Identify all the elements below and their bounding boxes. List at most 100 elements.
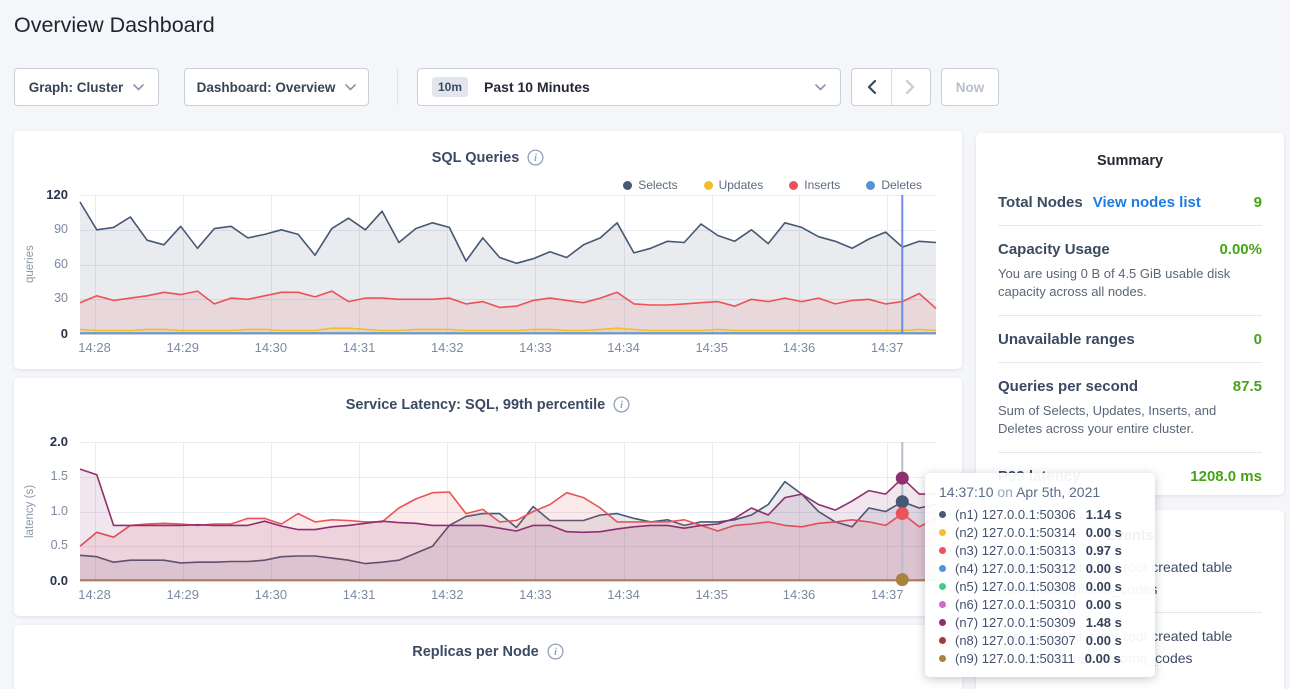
tooltip-row: (n3) 127.0.0.1:503130.97 s: [939, 541, 1141, 559]
tooltip-node-value: 0.00 s: [1086, 525, 1122, 540]
legend-dot-icon: [704, 181, 713, 190]
x-tick-label: 14:33: [519, 340, 552, 355]
info-icon[interactable]: i: [613, 396, 630, 413]
time-forward-button[interactable]: [891, 69, 931, 105]
summary-title: Summary: [998, 153, 1262, 169]
y-tick-label: 0: [61, 326, 68, 341]
node-color-dot-icon: [939, 583, 946, 590]
capacity-usage-value: 0.00%: [1219, 241, 1262, 258]
tooltip-row: (n2) 127.0.0.1:50314 0.00 s: [939, 523, 1141, 541]
graph-dropdown-label: Graph: Cluster: [29, 80, 124, 95]
x-tick-label: 14:28: [78, 587, 111, 602]
tooltip-node-value: 0.00 s: [1086, 633, 1122, 648]
x-tick-label: 14:28: [78, 340, 111, 355]
node-color-dot-icon: [939, 655, 946, 662]
capacity-usage-description: You are using 0 B of 4.5 GiB usable disk…: [998, 265, 1262, 301]
sql-queries-chart-card: SQL Queriesi SelectsUpdatesInsertsDelete…: [14, 131, 962, 369]
tooltip-node-value: 0.00 s: [1086, 561, 1122, 576]
info-icon[interactable]: i: [527, 149, 544, 166]
sql-queries-plot[interactable]: queries 030609012014:2814:2914:3014:3114…: [80, 195, 936, 334]
summary-row-total-nodes: Total Nodes View nodes list 9: [998, 179, 1262, 226]
tooltip-row: (n7) 127.0.0.1:503091.48 s: [939, 613, 1141, 631]
time-back-button[interactable]: [852, 69, 891, 105]
tooltip-node-address: (n2) 127.0.0.1:50314: [955, 525, 1076, 540]
replicas-per-node-chart-card: Replicas per Nodei: [14, 625, 962, 689]
chevron-left-icon: [867, 80, 876, 94]
y-tick-label: 120: [46, 187, 68, 202]
node-color-dot-icon: [939, 565, 946, 572]
y-tick-label: 0.0: [50, 573, 68, 588]
y-tick-label: 1.0: [51, 504, 68, 518]
y-tick-label: 30: [54, 291, 68, 305]
chart-canvas: [80, 442, 936, 581]
summary-row-capacity: Capacity Usage 0.00% You are using 0 B o…: [998, 226, 1262, 316]
overview-dashboard-page: Overview Dashboard Graph: Cluster Dashbo…: [0, 0, 1290, 689]
legend-dot-icon: [866, 181, 875, 190]
x-tick-label: 14:29: [166, 587, 199, 602]
y-axis-label: latency (s): [22, 442, 38, 581]
tooltip-node-address: (n7) 127.0.0.1:50309: [955, 615, 1076, 630]
tooltip-row: (n1) 127.0.0.1:50306 1.14 s: [939, 505, 1141, 523]
tooltip-node-address: (n9) 127.0.0.1:50311: [955, 651, 1075, 666]
summary-row-qps: Queries per second 87.5 Sum of Selects, …: [998, 363, 1262, 453]
x-tick-label: 14:29: [166, 340, 199, 355]
legend-label: Deletes: [881, 178, 922, 192]
tooltip-node-value: 0.00 s: [1085, 651, 1121, 666]
tooltip-node-value: 0.00 s: [1086, 597, 1122, 612]
x-tick-label: 14:34: [607, 587, 640, 602]
tooltip-node-address: (n5) 127.0.0.1:50308: [955, 579, 1076, 594]
legend-item-selects[interactable]: Selects: [623, 178, 677, 192]
legend-item-deletes[interactable]: Deletes: [866, 178, 922, 192]
service-latency-plot[interactable]: latency (s) 0.00.51.01.52.014:2814:2914:…: [80, 442, 936, 581]
time-pager: [851, 68, 931, 106]
x-tick-label: 14:31: [343, 340, 376, 355]
y-tick-label: 60: [54, 257, 68, 271]
legend-item-updates[interactable]: Updates: [704, 178, 764, 192]
tooltip-row: (n8) 127.0.0.1:50307 0.00 s: [939, 631, 1141, 649]
p99-latency-value: 1208.0 ms: [1190, 468, 1262, 485]
tooltip-node-value: 0.00 s: [1086, 579, 1122, 594]
node-color-dot-icon: [939, 619, 946, 626]
tooltip-row: (n5) 127.0.0.1:50308 0.00 s: [939, 577, 1141, 595]
chevron-down-icon: [133, 84, 144, 91]
legend-dot-icon: [623, 181, 632, 190]
tooltip-row: (n4) 127.0.0.1:503120.00 s: [939, 559, 1141, 577]
chevron-down-icon: [815, 84, 826, 91]
total-nodes-label: Total Nodes: [998, 194, 1083, 211]
x-tick-label: 14:30: [255, 587, 288, 602]
node-color-dot-icon: [939, 637, 946, 644]
node-color-dot-icon: [939, 601, 946, 608]
summary-row-unavailable-ranges: Unavailable ranges 0: [998, 316, 1262, 363]
now-button[interactable]: Now: [941, 68, 999, 106]
info-icon[interactable]: i: [547, 643, 564, 660]
node-color-dot-icon: [939, 511, 946, 518]
tooltip-node-value: 1.14 s: [1086, 507, 1122, 522]
dashboard-dropdown[interactable]: Dashboard: Overview: [184, 68, 369, 106]
node-color-dot-icon: [939, 547, 946, 554]
y-tick-label: 2.0: [50, 434, 68, 449]
legend-item-inserts[interactable]: Inserts: [789, 178, 840, 192]
dashboard-dropdown-label: Dashboard: Overview: [197, 80, 336, 95]
y-tick-label: 0.5: [51, 538, 68, 552]
graph-dropdown[interactable]: Graph: Cluster: [14, 68, 159, 106]
view-nodes-list-link[interactable]: View nodes list: [1093, 194, 1201, 211]
chart-legend: Selects Updates Inserts Deletes: [623, 178, 922, 192]
x-tick-label: 14:35: [695, 340, 728, 355]
legend-label: Selects: [638, 178, 677, 192]
tooltip-node-address: (n1) 127.0.0.1:50306: [955, 507, 1076, 522]
service-latency-chart-card: Service Latency: SQL, 99th percentilei l…: [14, 378, 962, 616]
y-axis-label: queries: [22, 195, 38, 334]
x-tick-label: 14:33: [519, 587, 552, 602]
tooltip-row: (n6) 127.0.0.1:503100.00 s: [939, 595, 1141, 613]
x-tick-label: 14:34: [607, 340, 640, 355]
x-tick-label: 14:32: [431, 340, 464, 355]
y-tick-label: 1.5: [51, 469, 68, 483]
total-nodes-value: 9: [1254, 194, 1262, 211]
node-color-dot-icon: [939, 529, 946, 536]
time-range-selector[interactable]: 10m Past 10 Minutes: [417, 68, 841, 106]
legend-label: Updates: [719, 178, 764, 192]
qps-label: Queries per second: [998, 378, 1138, 395]
x-tick-label: 14:37: [871, 340, 904, 355]
x-tick-label: 14:36: [783, 587, 816, 602]
tooltip-node-address: (n8) 127.0.0.1:50307: [955, 633, 1076, 648]
